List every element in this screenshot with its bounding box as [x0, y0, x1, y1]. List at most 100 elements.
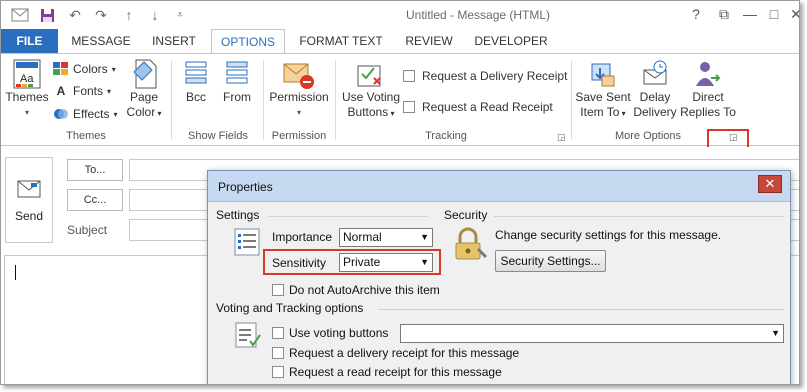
- delivery-receipt-checkbox[interactable]: Request a Delivery Receipt: [403, 66, 567, 86]
- read-receipt-label: Request a Read Receipt: [422, 100, 553, 114]
- chevron-down-icon: ▾: [388, 109, 395, 118]
- tracking-dialog-launcher-icon[interactable]: ◲: [557, 132, 566, 143]
- group-separator: [263, 60, 264, 140]
- group-label-permission: Permission: [271, 130, 327, 142]
- from-button[interactable]: From: [219, 58, 255, 105]
- tab-review[interactable]: REVIEW: [397, 29, 461, 53]
- fonts-button[interactable]: A Fonts ▾: [53, 81, 111, 101]
- themes-button[interactable]: Aa Themes ▾: [5, 58, 49, 120]
- chevron-down-icon: ▾: [24, 108, 29, 117]
- dialog-read-receipt-checkbox[interactable]: Request a read receipt for this message: [272, 365, 502, 379]
- chevron-down-icon: ▾: [619, 109, 626, 118]
- checkbox-box[interactable]: [403, 70, 415, 82]
- settings-list-icon: [234, 228, 260, 256]
- tab-insert[interactable]: INSERT: [143, 29, 205, 53]
- delay-delivery-button[interactable]: Delay Delivery: [631, 58, 679, 120]
- importance-label: Importance: [272, 230, 333, 244]
- down-arrow-icon[interactable]: ↓: [145, 5, 165, 25]
- permission-icon: [283, 63, 314, 89]
- undo-icon[interactable]: ↶: [65, 5, 85, 25]
- checkbox-box[interactable]: [403, 101, 415, 113]
- direct-label-2: Replies To: [680, 105, 736, 119]
- dialog-close-button[interactable]: ✕: [758, 175, 782, 193]
- settings-header: Settings: [216, 208, 260, 222]
- up-arrow-icon[interactable]: ↑: [119, 5, 139, 25]
- tab-format-text[interactable]: FORMAT TEXT: [291, 29, 391, 53]
- group-label-tracking: Tracking: [425, 130, 467, 142]
- bcc-button[interactable]: Bcc: [179, 58, 213, 105]
- tab-message[interactable]: MESSAGE: [65, 29, 137, 53]
- page-color-button[interactable]: Page Color ▾: [121, 58, 167, 121]
- delay-label-2: Delivery: [633, 105, 677, 119]
- chevron-down-icon: ▾: [107, 86, 112, 96]
- group-label-show-fields: Show Fields: [188, 130, 248, 142]
- autoarchive-label: Do not AutoArchive this item: [289, 283, 440, 297]
- themes-button-label: Themes: [5, 90, 49, 104]
- save-sent-label-1: Save Sent: [575, 90, 631, 104]
- save-icon[interactable]: [37, 5, 57, 25]
- use-voting-checkbox[interactable]: Use voting buttons: [272, 326, 388, 340]
- delay-delivery-icon: [643, 60, 667, 85]
- fonts-label: Fonts: [73, 84, 104, 98]
- colors-button[interactable]: Colors ▾: [53, 59, 116, 79]
- close-window-button[interactable]: ✕: [785, 3, 799, 25]
- svg-text:Aa: Aa: [20, 73, 34, 85]
- redo-icon[interactable]: ↷: [91, 5, 111, 25]
- fonts-icon: A: [56, 84, 66, 98]
- group-label-more-options: More Options: [614, 130, 682, 142]
- group-label-themes: Themes: [66, 130, 106, 142]
- customize-qat-icon[interactable]: ⩡: [171, 5, 189, 25]
- chevron-down-icon: ▾: [111, 64, 116, 74]
- ribbon-tabs: FILE MESSAGE INSERT OPTIONS FORMAT TEXT …: [1, 29, 799, 54]
- sensitivity-highlight-box: [263, 249, 441, 275]
- divider: [494, 216, 784, 217]
- from-icon: [226, 61, 248, 84]
- voting-options-select[interactable]: ▼: [400, 324, 784, 343]
- voting-header: Voting and Tracking options: [216, 301, 364, 315]
- send-label: Send: [14, 209, 44, 223]
- voting-label-2: Buttons: [347, 105, 389, 119]
- to-button[interactable]: To...: [67, 159, 123, 181]
- dialog-delivery-receipt-checkbox[interactable]: Request a delivery receipt for this mess…: [272, 346, 519, 360]
- tab-options[interactable]: OPTIONS: [211, 29, 285, 54]
- security-lock-icon: [455, 227, 488, 260]
- use-voting-buttons-button[interactable]: Use Voting Buttons ▾: [339, 58, 403, 121]
- group-separator: [335, 60, 336, 140]
- help-button[interactable]: ?: [685, 3, 707, 25]
- security-settings-button[interactable]: Security Settings...: [495, 250, 606, 272]
- colors-label: Colors: [73, 62, 108, 76]
- tab-file[interactable]: FILE: [1, 29, 58, 53]
- send-button[interactable]: Send: [5, 157, 53, 243]
- read-receipt-checkbox[interactable]: Request a Read Receipt: [403, 97, 553, 117]
- checkbox-box[interactable]: [272, 327, 284, 339]
- maximize-button[interactable]: □: [763, 3, 785, 25]
- group-separator: [571, 60, 572, 140]
- checkbox-box[interactable]: [272, 284, 284, 296]
- direct-replies-to-button[interactable]: Direct Replies To: [679, 58, 737, 120]
- delay-label-1: Delay: [639, 90, 671, 104]
- ribbon-display-button[interactable]: ⧉: [713, 3, 735, 25]
- save-sent-item-to-button[interactable]: Save Sent Item To ▾: [575, 58, 631, 121]
- dropdown-arrow-icon: ▼: [420, 232, 429, 242]
- delivery-receipt-label: Request a Delivery Receipt: [422, 69, 568, 83]
- autoarchive-checkbox[interactable]: Do not AutoArchive this item: [272, 283, 440, 297]
- checkbox-box[interactable]: [272, 347, 284, 359]
- page-color-icon: [133, 59, 157, 89]
- direct-replies-icon: [696, 62, 721, 86]
- properties-dialog: Properties ✕ Settings Security Importanc…: [207, 170, 791, 384]
- checkbox-box[interactable]: [272, 366, 284, 378]
- divider: [378, 309, 784, 310]
- importance-select[interactable]: Normal ▼: [339, 228, 433, 247]
- effects-button[interactable]: Effects ▾: [53, 104, 117, 124]
- chevron-down-icon: ▾: [113, 109, 118, 119]
- colors-icon: [53, 62, 68, 75]
- minimize-button[interactable]: —: [739, 3, 761, 25]
- subject-label: Subject: [67, 223, 108, 237]
- cc-button[interactable]: Cc...: [67, 189, 123, 211]
- title-bar: ↶ ↷ ↑ ↓ ⩡ Untitled - Message (HTML) ? ⧉ …: [1, 1, 799, 29]
- voting-tracking-icon: [235, 322, 261, 348]
- dialog-title-bar: Properties ✕: [208, 171, 790, 202]
- window-title: Untitled - Message (HTML): [406, 8, 551, 22]
- tab-developer[interactable]: DEVELOPER: [467, 29, 555, 53]
- permission-button[interactable]: Permission ▾: [267, 58, 331, 120]
